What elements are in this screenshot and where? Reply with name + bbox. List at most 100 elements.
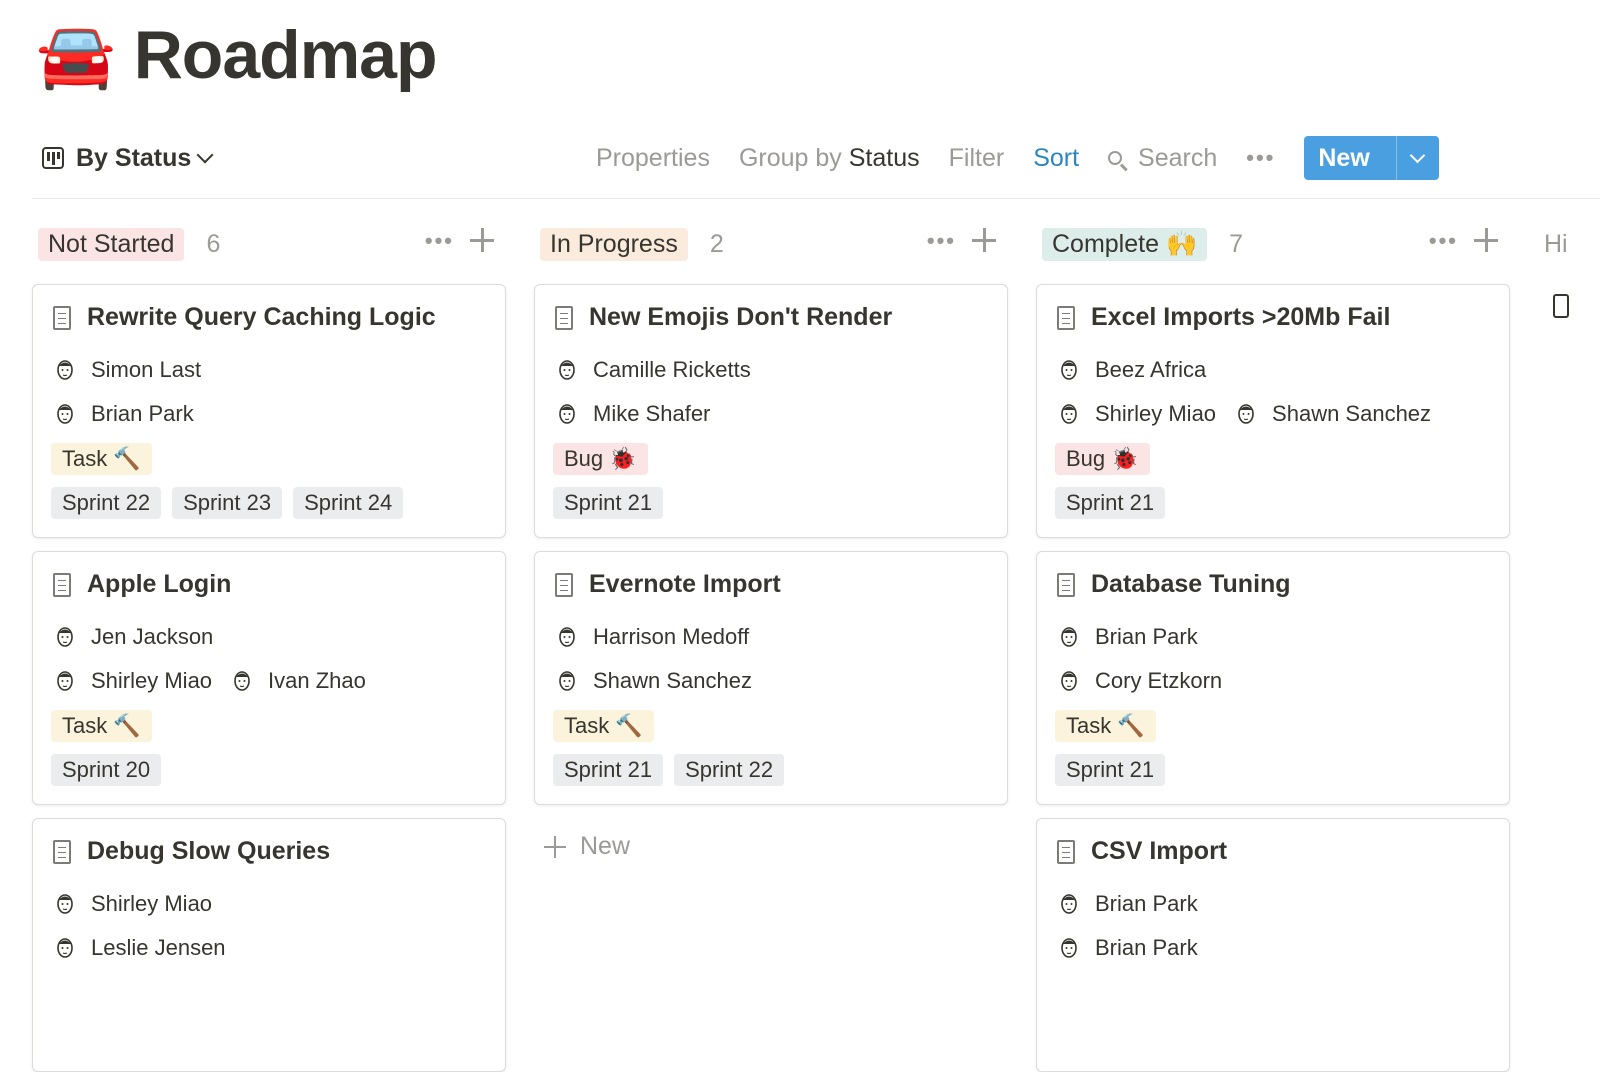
- filter-button[interactable]: Filter: [949, 144, 1005, 173]
- view-switcher[interactable]: By Status: [42, 142, 214, 174]
- page-icon: [555, 572, 573, 597]
- person-name: Cory Etzkorn: [1095, 668, 1223, 693]
- avatar-icon: [1057, 357, 1081, 383]
- card-title-text: Database Tuning: [1091, 570, 1291, 598]
- card-title: Debug Slow Queries: [53, 837, 330, 866]
- person-row: Harrison Medoff: [555, 624, 749, 650]
- type-tags: Task 🔨: [1055, 710, 1167, 742]
- person-row: Camille Ricketts: [555, 357, 751, 383]
- person-row: Beez Africa: [1057, 357, 1206, 383]
- avatar-icon: [53, 357, 77, 383]
- card-title-text: Debug Slow Queries: [87, 837, 331, 865]
- page-title[interactable]: Roadmap: [134, 16, 438, 94]
- person-row: Brian Park: [1057, 935, 1198, 961]
- type-tags: Task 🔨: [51, 443, 163, 475]
- board-column: Not Started 6 ••• Rewrite Query Caching Log…: [32, 226, 506, 1072]
- card-title: Database Tuning: [1057, 570, 1291, 599]
- status-pill[interactable]: Not Started: [38, 227, 185, 261]
- person-name: Brian Park: [1095, 624, 1198, 649]
- add-card-label: New: [580, 832, 631, 860]
- page-icon: [53, 839, 71, 864]
- board-card[interactable]: CSV Import Brian Park Brian Park: [1036, 818, 1510, 1072]
- sprint-tag: Sprint 20: [51, 754, 162, 786]
- toolbar-actions: Properties Group by Status Filter Sort S…: [596, 136, 1439, 180]
- card-title-text: Apple Login: [87, 570, 232, 598]
- column-count: 7: [1229, 229, 1243, 258]
- group-by-label: Group by: [738, 143, 842, 172]
- card-title-text: Evernote Import: [589, 570, 781, 598]
- more-options-icon[interactable]: •••: [1246, 145, 1275, 171]
- card-title-text: New Emojis Don't Render: [589, 303, 893, 331]
- column-add-icon[interactable]: [1474, 228, 1498, 252]
- sprint-tags: Sprint 22 Sprint 23 Sprint 24: [51, 487, 414, 519]
- chevron-down-icon: [1410, 147, 1426, 164]
- type-tag: Bug 🐞: [553, 443, 648, 475]
- person-name: Simon Last: [91, 357, 202, 382]
- person-row: Brian Park: [1057, 891, 1198, 917]
- avatar-icon: [555, 401, 579, 427]
- board-card[interactable]: Debug Slow Queries Shirley Miao Leslie Jen…: [32, 818, 506, 1072]
- page-icon: [555, 305, 573, 330]
- person-name: Leslie Jensen: [91, 935, 226, 960]
- sprint-tag: Sprint 22: [51, 487, 162, 519]
- search-icon: [1108, 151, 1123, 165]
- avatar-icon: [1057, 668, 1081, 694]
- chevron-down-icon: [196, 146, 214, 164]
- board-card[interactable]: Apple Login Jen Jackson Shirley Miao Ivan Z…: [32, 551, 506, 805]
- avatar-icon: [555, 357, 579, 383]
- board-card[interactable]: Rewrite Query Caching Logic Simon Last Bri…: [32, 284, 506, 538]
- person-name: Shirley Miao: [1095, 401, 1217, 426]
- plus-icon: [544, 835, 566, 858]
- person-row: Cory Etzkorn: [1057, 668, 1222, 694]
- card-title: Evernote Import: [555, 570, 781, 599]
- column-more-icon[interactable]: •••: [927, 228, 956, 254]
- page-icon: [1057, 305, 1075, 330]
- board-card[interactable]: Excel Imports >20Mb Fail Beez Africa Shirl…: [1036, 284, 1510, 538]
- card-title: Apple Login: [53, 570, 231, 599]
- hidden-columns-label[interactable]: Hi: [1544, 230, 1568, 259]
- new-button[interactable]: New: [1304, 136, 1395, 180]
- person-name: Brian Park: [91, 401, 194, 426]
- board-column: Complete 🙌 7 ••• Excel Imports >20Mb Fail Be…: [1036, 226, 1510, 1072]
- sprint-tag: Sprint 23: [172, 487, 283, 519]
- person-name: Ivan Zhao: [268, 668, 366, 693]
- page-icon: [53, 572, 71, 597]
- column-add-icon[interactable]: [470, 228, 494, 252]
- card-title: CSV Import: [1057, 837, 1227, 866]
- person-row: Shirley Miao Ivan Zhao: [53, 668, 366, 694]
- board-card[interactable]: Evernote Import Harrison Medoff Shawn Sanc…: [534, 551, 1008, 805]
- avatar-icon: [1234, 401, 1258, 427]
- person-name: Jen Jackson: [91, 624, 214, 649]
- person-name: Beez Africa: [1095, 357, 1207, 382]
- sort-button[interactable]: Sort: [1033, 144, 1079, 173]
- view-label: By Status: [76, 143, 192, 172]
- column-more-icon[interactable]: •••: [1429, 228, 1458, 254]
- sprint-tag: Sprint 21: [553, 487, 664, 519]
- type-tags: Bug 🐞: [1055, 443, 1161, 475]
- new-dropdown-button[interactable]: [1395, 136, 1439, 180]
- person-row: Shawn Sanchez: [555, 668, 752, 694]
- sprint-tags: Sprint 21: [1055, 487, 1176, 519]
- person-name: Shawn Sanchez: [593, 668, 752, 693]
- type-tags: Bug 🐞: [553, 443, 659, 475]
- avatar-icon: [1057, 624, 1081, 650]
- page-icon: [1057, 572, 1075, 597]
- type-tags: Task 🔨: [51, 710, 163, 742]
- board-card[interactable]: Database Tuning Brian Park Cory Etzkorn Tas…: [1036, 551, 1510, 805]
- properties-button[interactable]: Properties: [596, 144, 710, 173]
- board-view-icon: [42, 147, 64, 169]
- add-card-button[interactable]: New: [544, 832, 630, 861]
- sprint-tags: Sprint 20: [51, 754, 172, 786]
- status-pill[interactable]: Complete 🙌: [1042, 227, 1208, 261]
- column-header: Not Started 6 •••: [32, 226, 506, 262]
- status-pill[interactable]: In Progress: [540, 227, 688, 261]
- group-by-button[interactable]: Group by Status: [739, 144, 920, 173]
- column-add-icon[interactable]: [972, 228, 996, 252]
- search-button[interactable]: Search: [1108, 144, 1217, 173]
- board-card[interactable]: New Emojis Don't Render Camille Ricketts M…: [534, 284, 1008, 538]
- page-icon: [1057, 839, 1075, 864]
- person-name: Shirley Miao: [91, 891, 213, 916]
- sprint-tag: Sprint 24: [293, 487, 404, 519]
- avatar-icon: [230, 668, 254, 694]
- column-more-icon[interactable]: •••: [425, 228, 454, 254]
